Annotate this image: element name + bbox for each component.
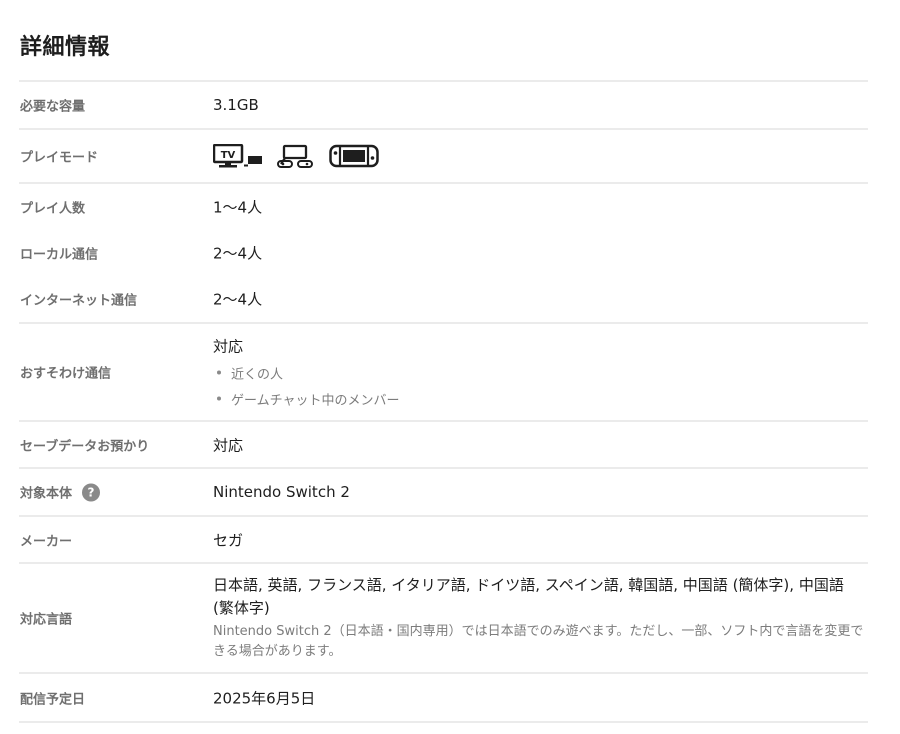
row-share-comm: おすそわけ通信 対応 近くの人 ゲームチャット中のメンバー xyxy=(19,324,868,420)
row-label: おすそわけ通信 xyxy=(20,366,112,382)
row-release-date: 配信予定日 2025年6月5日 xyxy=(19,674,868,721)
row-label: 対象本体 ? xyxy=(20,483,101,502)
handheld-mode-icon xyxy=(329,144,379,168)
row-value-block: 日本語, 英語, フランス語, イタリア語, ドイツ語, スペイン語, 韓国語,… xyxy=(213,574,868,662)
row-maker: メーカー セガ xyxy=(19,517,868,562)
row-internet-comm: インターネット通信 2〜4人 xyxy=(19,276,868,322)
row-local-comm: ローカル通信 2〜4人 xyxy=(19,230,868,276)
tabletop-mode-icon xyxy=(277,144,313,168)
row-label: メーカー xyxy=(20,534,73,549)
languages-note: Nintendo Switch 2（日本語・国内専用）では日本語でのみ遊べます。… xyxy=(213,624,864,659)
row-value: セガ xyxy=(213,531,244,549)
row-languages: 対応言語 日本語, 英語, フランス語, イタリア語, ドイツ語, スペイン語,… xyxy=(19,564,868,672)
list-item: 近くの人 xyxy=(213,364,868,383)
row-label: インターネット通信 xyxy=(20,293,138,309)
section-heading: 詳細情報 xyxy=(20,35,111,60)
row-label: セーブデータお預かり xyxy=(20,439,150,454)
languages-list: 日本語, 英語, フランス語, イタリア語, ドイツ語, スペイン語, 韓国語,… xyxy=(213,576,844,617)
tv-label: TV xyxy=(221,150,236,161)
list-item: ゲームチャット中のメンバー xyxy=(213,390,868,409)
row-label-text: 対象本体 xyxy=(20,486,73,502)
row-value: 対応 xyxy=(213,337,244,356)
row-label: ローカル通信 xyxy=(20,247,99,263)
share-bullet-list: 近くの人 ゲームチャット中のメンバー xyxy=(213,364,868,409)
row-value: 2025年6月5日 xyxy=(213,689,316,707)
row-value: 2〜4人 xyxy=(213,290,263,309)
row-value: 対応 xyxy=(213,436,244,454)
help-icon[interactable]: ? xyxy=(82,483,101,501)
row-label: 必要な容量 xyxy=(20,99,86,115)
row-value: 1〜4人 xyxy=(213,198,263,217)
row-play-mode: プレイモード TV xyxy=(19,130,868,182)
details-table: 必要な容量 3.1GB プレイモード TV プレイ人数 1〜4人 ローカル通信 … xyxy=(19,80,868,723)
row-label: プレイモード xyxy=(20,150,99,166)
row-target-system: 対象本体 ? Nintendo Switch 2 xyxy=(19,469,868,515)
row-value: 3.1GB xyxy=(213,96,259,114)
row-value: 2〜4人 xyxy=(213,244,263,263)
row-label: 配信予定日 xyxy=(20,692,86,707)
row-value-block: 対応 近くの人 ゲームチャット中のメンバー xyxy=(213,336,868,409)
tv-mode-icon: TV xyxy=(213,144,262,168)
play-mode-icons: TV xyxy=(213,144,868,168)
row-label: 対応言語 xyxy=(20,612,73,628)
row-value: Nintendo Switch 2 xyxy=(213,483,350,501)
row-save-data: セーブデータお預かり 対応 xyxy=(19,422,868,467)
row-label: プレイ人数 xyxy=(20,201,86,217)
row-capacity: 必要な容量 3.1GB xyxy=(19,82,868,128)
divider xyxy=(19,721,868,723)
row-players: プレイ人数 1〜4人 xyxy=(19,184,868,230)
details-panel: 詳細情報 必要な容量 3.1GB プレイモード TV プレイ人数 1〜4人 ロー… xyxy=(0,0,900,734)
